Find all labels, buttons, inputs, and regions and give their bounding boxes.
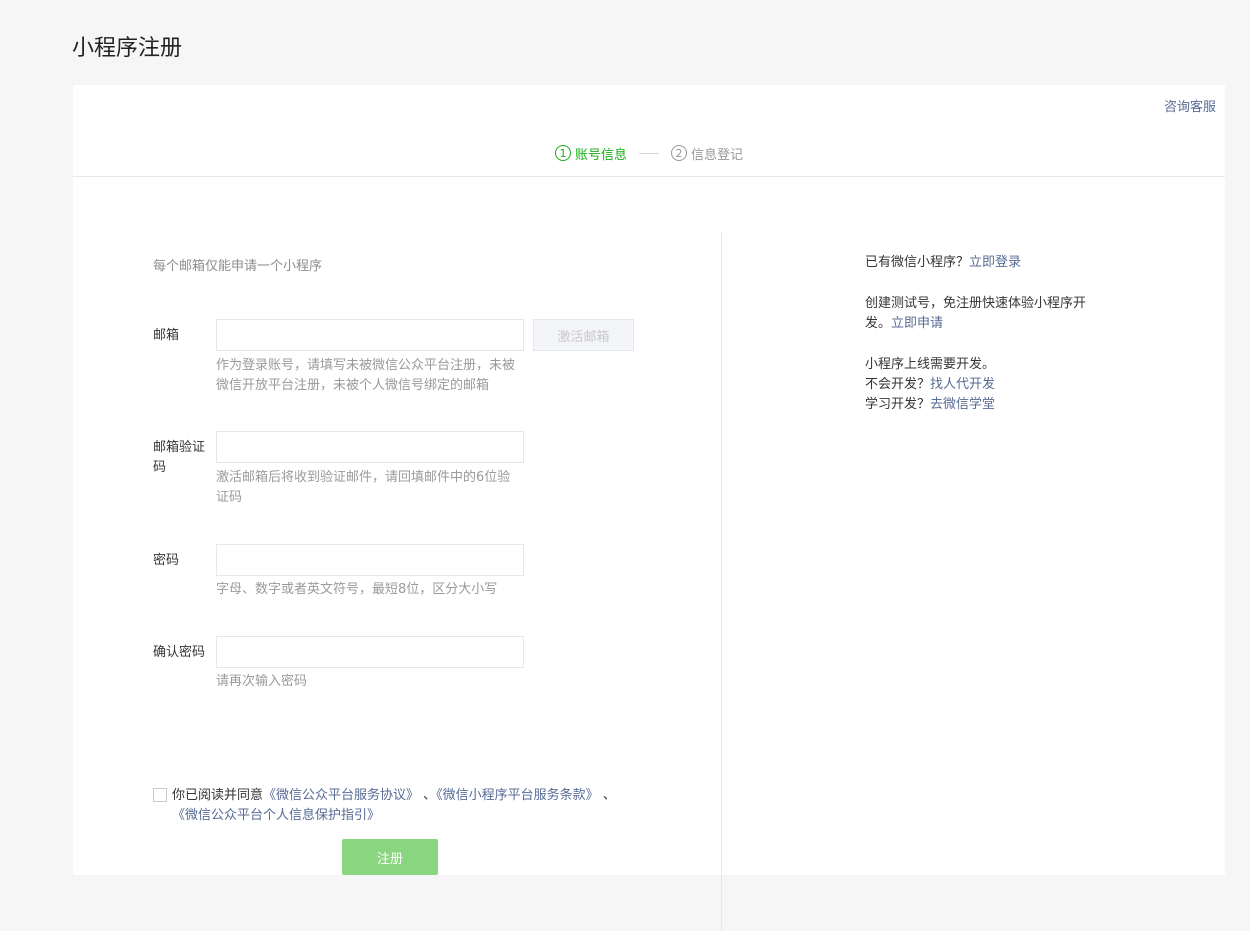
service-agreement-link[interactable]: 《微信公众平台服务协议》 xyxy=(263,788,419,803)
miniprogram-terms-link[interactable]: 《微信小程序平台服务条款》 xyxy=(436,788,599,803)
agreement-row: 你已阅读并同意《微信公众平台服务协议》 、《微信小程序平台服务条款》 、《微信公… xyxy=(153,786,623,826)
agreement-separator: 、 xyxy=(419,788,437,803)
step-label: 信息登记 xyxy=(691,147,744,163)
password-hint: 字母、数字或者英文符号，最短8位，区分大小写 xyxy=(216,582,498,597)
side-dev-block: 小程序上线需要开发。 不会开发？找人代开发 学习开发？去微信学堂 xyxy=(865,355,1095,415)
side-login-block: 已有微信小程序？立即登录 xyxy=(865,253,1095,273)
steps-divider xyxy=(73,176,1225,177)
step-connector xyxy=(639,152,659,154)
wechat-academy-link[interactable]: 去微信学堂 xyxy=(930,397,995,412)
agreement-separator: 、 xyxy=(598,788,616,803)
email-code-input[interactable] xyxy=(216,431,524,463)
side-test-block: 创建测试号，免注册快速体验小程序开发。立即申请 xyxy=(865,294,1095,334)
has-account-text: 已有微信小程序？ xyxy=(865,255,970,270)
email-code-label: 邮箱验证码 xyxy=(153,440,206,475)
step-number-2: 2 xyxy=(671,145,687,161)
side-panel: 已有微信小程序？立即登录 创建测试号，免注册快速体验小程序开发。立即申请 小程序… xyxy=(865,253,1095,436)
no-dev-text: 不会开发？ xyxy=(865,377,931,392)
email-label: 邮箱 xyxy=(153,328,180,343)
email-hint: 作为登录账号，请填写未被微信公众平台注册，未被微信开放平台注册，未被个人微信号绑… xyxy=(216,358,516,393)
registration-card: 咨询客服 1 账号信息 2 信息登记 每个邮箱仅能申请一个小程序 邮箱 激活邮箱… xyxy=(73,85,1225,931)
agreement-text: 你已阅读并同意《微信公众平台服务协议》 、《微信小程序平台服务条款》 、《微信公… xyxy=(172,786,623,826)
password-label: 密码 xyxy=(153,553,180,568)
activate-email-button[interactable]: 激活邮箱 xyxy=(533,319,634,351)
agreement-checkbox[interactable] xyxy=(153,788,167,802)
step-label: 账号信息 xyxy=(574,147,627,163)
consult-service-link[interactable]: 咨询客服 xyxy=(1164,96,1216,115)
page-title: 小程序注册 xyxy=(72,36,183,61)
privacy-guide-link[interactable]: 《微信公众平台个人信息保护指引》 xyxy=(172,808,380,823)
confirm-password-label: 确认密码 xyxy=(153,645,206,660)
learn-dev-text: 学习开发？ xyxy=(865,397,931,412)
confirm-password-input[interactable] xyxy=(216,636,524,668)
online-dev-text: 小程序上线需要开发。 xyxy=(865,357,996,372)
step-info-register: 2 信息登记 xyxy=(671,144,743,163)
password-input[interactable] xyxy=(216,544,524,576)
login-link[interactable]: 立即登录 xyxy=(969,255,1021,270)
email-code-hint: 激活邮箱后将收到验证邮件，请回填邮件中的6位验证码 xyxy=(216,470,511,505)
step-account-info: 1 账号信息 xyxy=(554,144,627,163)
confirm-password-hint: 请再次输入密码 xyxy=(216,674,308,689)
apply-test-link[interactable]: 立即申请 xyxy=(891,316,943,331)
agreement-prefix: 你已阅读并同意 xyxy=(172,788,264,803)
find-developer-link[interactable]: 找人代开发 xyxy=(930,377,995,392)
form-tip: 每个邮箱仅能申请一个小程序 xyxy=(153,259,323,274)
step-indicator: 1 账号信息 2 信息登记 xyxy=(73,142,1225,164)
register-button[interactable]: 注册 xyxy=(342,839,438,875)
column-divider xyxy=(721,231,722,931)
step-number-1: 1 xyxy=(554,145,571,161)
email-input[interactable] xyxy=(216,319,524,351)
